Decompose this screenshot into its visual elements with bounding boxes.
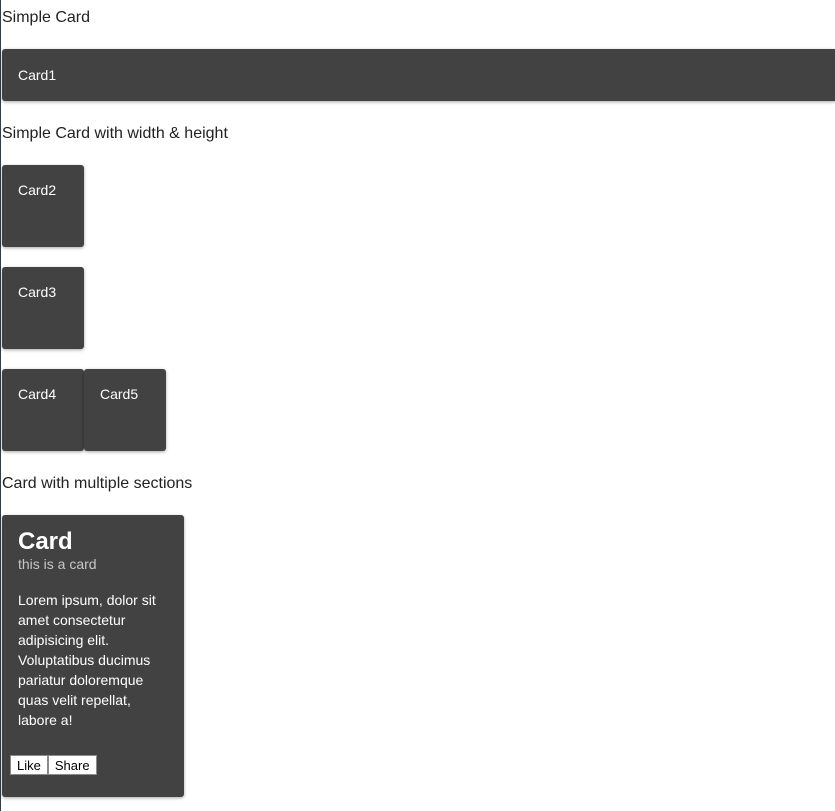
card-body-text: Lorem ipsum, dolor sit amet consectetur … bbox=[18, 592, 156, 728]
card-1-label: Card1 bbox=[18, 67, 57, 83]
card-2-label: Card2 bbox=[18, 182, 57, 198]
section-title-multi-section: Card with multiple sections bbox=[2, 475, 193, 492]
share-button[interactable]: Share bbox=[47, 755, 97, 775]
card-5: Card5 bbox=[84, 369, 166, 451]
page: Simple Card Card1 Simple Card with width… bbox=[0, 0, 835, 811]
card-1: Card1 bbox=[2, 49, 835, 101]
section-title-simple-card-width-height: Simple Card with width & height bbox=[2, 125, 228, 142]
card-3-label: Card3 bbox=[18, 284, 57, 300]
multi-section-card: Card this is a card Lorem ipsum, dolor s… bbox=[2, 515, 184, 797]
card-4: Card4 bbox=[2, 369, 84, 451]
card-title: Card bbox=[18, 528, 73, 555]
card-2: Card2 bbox=[2, 165, 84, 247]
card-subtitle: this is a card bbox=[18, 556, 97, 572]
card-4-label: Card4 bbox=[18, 386, 57, 402]
card-3: Card3 bbox=[2, 267, 84, 349]
like-button[interactable]: Like bbox=[10, 755, 48, 775]
card-5-label: Card5 bbox=[100, 386, 139, 402]
card-actions: Like Share bbox=[10, 755, 97, 775]
section-title-simple-card: Simple Card bbox=[2, 9, 91, 26]
